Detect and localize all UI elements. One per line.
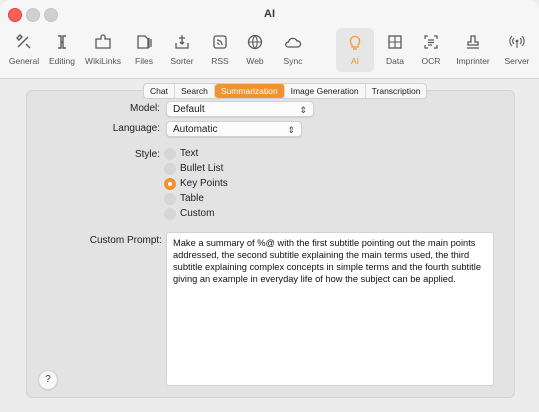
toolbar-general[interactable]: General	[4, 28, 44, 72]
file-stack-icon	[128, 28, 160, 54]
toolbar-files[interactable]: Files	[128, 28, 160, 72]
help-button[interactable]: ?	[38, 370, 58, 390]
toolbar-sorter[interactable]: Sorter	[162, 28, 202, 72]
tray-sort-icon	[162, 28, 202, 54]
tab-search[interactable]: Search	[175, 84, 215, 98]
style-label: Style:	[134, 149, 160, 160]
language-select-value: Automatic	[173, 124, 218, 135]
language-label: Language:	[112, 123, 160, 134]
stamp-icon	[450, 28, 496, 54]
radio-button[interactable]	[164, 148, 176, 160]
toolbar-editing[interactable]: Editing	[44, 28, 80, 72]
custom-prompt-label: Custom Prompt:	[89, 235, 162, 246]
model-label: Model:	[129, 103, 160, 114]
model-select[interactable]: Default ⇕	[166, 101, 314, 117]
toolbar-rss[interactable]: RSS	[204, 28, 236, 72]
scan-text-icon	[416, 28, 446, 54]
puzzle-icon	[80, 28, 126, 54]
tab-transcription[interactable]: Transcription	[366, 84, 427, 98]
custom-prompt-textarea[interactable]: Make a summary of %@ with the first subt…	[166, 232, 494, 386]
title-bar: AI General Editing WikiLinks Files Sorte…	[0, 0, 539, 79]
radio-button[interactable]	[164, 208, 176, 220]
toolbar-web[interactable]: Web	[238, 28, 272, 72]
toolbar-sync[interactable]: Sync	[276, 28, 310, 72]
model-select-value: Default	[173, 104, 205, 115]
toolbar-server[interactable]: Server	[498, 28, 536, 72]
tab-image-generation[interactable]: Image Generation	[285, 84, 366, 98]
toolbar-ocr[interactable]: OCR	[416, 28, 446, 72]
table-icon	[380, 28, 410, 54]
cloud-icon	[276, 28, 310, 54]
chevron-up-down-icon: ⇕	[299, 105, 307, 115]
rss-icon	[204, 28, 236, 54]
tools-icon	[4, 28, 44, 54]
tab-summarization[interactable]: Summarization	[214, 84, 285, 98]
window-title: AI	[264, 8, 275, 20]
globe-icon	[238, 28, 272, 54]
radio-button[interactable]	[164, 163, 176, 175]
toolbar-wikilinks[interactable]: WikiLinks	[80, 28, 126, 72]
settings-tab-bar: Chat Search Summarization Image Generati…	[143, 83, 428, 99]
text-cursor-icon	[44, 28, 80, 54]
toolbar-data[interactable]: Data	[380, 28, 410, 72]
preferences-toolbar: General Editing WikiLinks Files Sorter R…	[0, 26, 539, 76]
language-select[interactable]: Automatic ⇕	[166, 121, 302, 137]
radio-button-selected[interactable]	[164, 178, 176, 190]
lightbulb-icon	[336, 28, 374, 54]
toolbar-ai[interactable]: AI	[336, 28, 374, 72]
broadcast-icon	[498, 28, 536, 54]
toolbar-imprinter[interactable]: Imprinter	[450, 28, 496, 72]
radio-button[interactable]	[164, 193, 176, 205]
chevron-up-down-icon: ⇕	[287, 125, 295, 135]
preferences-window: AI General Editing WikiLinks Files Sorte…	[0, 0, 539, 412]
tab-chat[interactable]: Chat	[144, 84, 175, 98]
